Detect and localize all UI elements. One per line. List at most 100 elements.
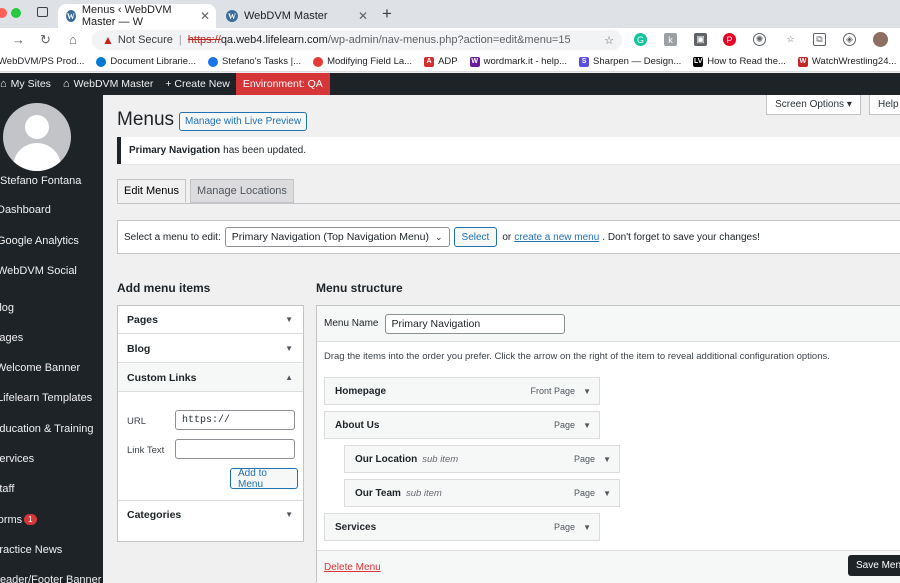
home-icon[interactable]: ⌂ xyxy=(69,32,77,47)
menu-structure-panel: Menu Name Primary Navigation Drag the it… xyxy=(316,305,900,583)
site-name-menu[interactable]: ⌂ WebDVM Master xyxy=(57,73,159,95)
menu-select-dropdown[interactable]: Primary Navigation (Top Navigation Menu)… xyxy=(224,227,450,247)
menu-item-type: Page xyxy=(553,522,575,532)
menu-item-type: Page xyxy=(553,420,575,430)
bookmark-star-icon[interactable]: ☆ xyxy=(604,34,614,47)
chevron-down-icon: ▼ xyxy=(285,315,293,324)
accordion-custom-links[interactable]: Custom Links ▲ xyxy=(118,364,303,392)
bookmark-item[interactable]: W WatchWrestling24... xyxy=(797,56,897,67)
extension-icon[interactable]: ✺ xyxy=(753,33,766,46)
my-sites-menu[interactable]: ⌂ My Sites xyxy=(0,73,57,95)
menu-item-homepage[interactable]: Homepage Front Page ▼ xyxy=(324,377,600,405)
link-text-input[interactable] xyxy=(175,439,295,459)
profile-avatar[interactable] xyxy=(873,32,888,47)
sidebar-item-header-footer-banner[interactable]: Header/Footer Banner xyxy=(0,574,101,583)
sidebar-item-education-training[interactable]: Education & Training xyxy=(0,423,94,435)
sidebar-username[interactable]: Stefano Fontana xyxy=(0,175,81,187)
create-new-menu[interactable]: + Create New xyxy=(159,73,236,95)
sidebar-item-practice-news[interactable]: Practice News xyxy=(0,544,62,556)
url-input[interactable]: https:// xyxy=(175,410,295,430)
sidebar-item-staff[interactable]: Staff xyxy=(0,483,14,495)
add-to-menu-button[interactable]: Add to Menu xyxy=(230,468,298,490)
chevron-down-icon: ▼ xyxy=(285,344,293,353)
chevron-down-icon[interactable]: ▼ xyxy=(583,387,591,396)
sidebar-item-blog[interactable]: Blog xyxy=(0,302,14,314)
bookmark-label: WatchWrestling24... xyxy=(811,56,897,67)
sidebar-item-welcome-banner[interactable]: Welcome Banner xyxy=(0,362,80,374)
chevron-down-icon[interactable]: ▼ xyxy=(603,455,611,464)
grammarly-icon[interactable]: G xyxy=(634,33,647,46)
bookmark-item[interactable]: Stefano's Tasks |... xyxy=(207,56,302,67)
avatar[interactable] xyxy=(3,103,71,171)
sidebar-item-google-analytics[interactable]: Google Analytics xyxy=(0,235,79,247)
environment-badge: Environment: QA xyxy=(235,73,330,95)
chevron-down-icon[interactable]: ▼ xyxy=(583,523,591,532)
sidebar-item-webdvm-social[interactable]: WebDVM Social xyxy=(0,265,77,277)
extensions-puzzle-icon[interactable]: ⧉ xyxy=(813,33,826,46)
accordion-categories[interactable]: Categories ▼ xyxy=(118,500,303,528)
delete-menu-link[interactable]: Delete Menu xyxy=(324,562,381,573)
close-tab-icon[interactable]: ✕ xyxy=(200,9,210,23)
save-menu-button[interactable]: Save Menu xyxy=(848,555,900,576)
wordpress-icon: W xyxy=(66,10,76,22)
browser-tab-bar: W Menus ‹ WebDVM Master — W ✕ W WebDVM M… xyxy=(0,0,900,28)
browser-tab-webdvm[interactable]: W WebDVM Master ✕ xyxy=(218,4,374,28)
accordion-blog[interactable]: Blog ▼ xyxy=(118,335,303,363)
bookmark-item[interactable]: S Sharpen — Design... xyxy=(579,56,681,67)
menu-name-input[interactable]: Primary Navigation xyxy=(385,313,566,334)
help-button[interactable]: Help xyxy=(869,95,900,115)
bookmark-item[interactable]: Wwordmark.it - help... xyxy=(469,56,567,67)
bookmark-item[interactable]: A ADP xyxy=(424,56,458,67)
sidebar-item-pages[interactable]: Pages xyxy=(0,332,23,344)
chevron-down-icon: ⌄ xyxy=(434,231,443,242)
chevron-down-icon[interactable]: ▼ xyxy=(583,421,591,430)
reload-icon[interactable]: ↻ xyxy=(40,32,51,48)
forward-icon[interactable]: → xyxy=(12,32,25,47)
new-tab-button[interactable]: + xyxy=(382,4,392,24)
browser-tab-menus[interactable]: W Menus ‹ WebDVM Master — W ✕ xyxy=(58,4,216,28)
address-bar[interactable]: ▲ Not Secure | https:// qa.web4.lifelear… xyxy=(92,30,622,50)
bookmark-label: Stefano's Tasks |... xyxy=(221,56,302,67)
not-secure-label[interactable]: Not Secure xyxy=(118,34,173,46)
bookmark-item[interactable]: Modifying Field La... xyxy=(313,56,412,67)
tab-title: Menus ‹ WebDVM Master — W xyxy=(81,4,172,28)
notice-text: has been updated. xyxy=(223,145,307,156)
selected-menu: Primary Navigation (Top Navigation Menu) xyxy=(231,231,429,243)
menu-item-our-team[interactable]: Our Team sub item Page ▼ xyxy=(344,479,620,507)
close-window-icon[interactable] xyxy=(0,8,7,18)
sidebar-item-forms[interactable]: Forms1 xyxy=(0,514,37,526)
pinterest-icon[interactable]: P xyxy=(723,33,736,46)
screen-options-button[interactable]: Screen Options ▾ xyxy=(766,95,861,115)
tab-manage-locations[interactable]: Manage Locations xyxy=(190,179,294,203)
close-tab-icon[interactable]: ✕ xyxy=(358,9,368,23)
tab-overview-icon[interactable] xyxy=(37,7,48,17)
menu-item-our-location[interactable]: Our Location sub item Page ▼ xyxy=(344,445,620,473)
sidebar-item-dashboard[interactable]: Dashboard xyxy=(0,204,51,216)
sidebar-item-lifelearn-templates[interactable]: Lifelearn Templates xyxy=(0,392,92,404)
notice-menu-name: Primary Navigation xyxy=(129,145,221,156)
sidebar-item-services[interactable]: Services xyxy=(0,453,34,465)
menu-select-bar: Select a menu to edit: Primary Navigatio… xyxy=(117,220,900,254)
link-text-label: Link Text xyxy=(127,445,165,456)
menu-item-type: Front Page xyxy=(530,386,575,396)
accordion-pages[interactable]: Pages ▼ xyxy=(118,306,303,334)
extension-icon[interactable]: k xyxy=(664,33,677,46)
extension-icon[interactable]: ▣ xyxy=(694,33,707,46)
live-preview-button[interactable]: Manage with Live Preview xyxy=(179,112,308,131)
chevron-down-icon[interactable]: ▼ xyxy=(603,489,611,498)
bookmark-item[interactable]: LV How to Read the... xyxy=(693,56,786,67)
tab-edit-menus[interactable]: Edit Menus xyxy=(117,179,187,203)
extension-icon[interactable]: ◈ xyxy=(843,33,856,46)
home-icon: ⌂ xyxy=(62,78,70,90)
create-new-menu-link[interactable]: create a new menu xyxy=(514,232,599,243)
zoom-window-icon[interactable] xyxy=(11,8,21,18)
select-button[interactable]: Select xyxy=(453,227,498,247)
bookmark-item[interactable]: WebDVM/PS Prod... xyxy=(0,56,84,67)
menu-item-about-us[interactable]: About Us Page ▼ xyxy=(324,411,600,439)
menu-item-type: Page xyxy=(573,454,595,464)
wordpress-icon: W xyxy=(226,10,238,22)
menu-item-services[interactable]: Services Page ▼ xyxy=(324,513,600,541)
bookmark-item[interactable]: Document Librarie... xyxy=(96,56,196,67)
site-icon: LV xyxy=(693,56,704,67)
reading-list-icon[interactable]: ☆ xyxy=(784,33,797,46)
